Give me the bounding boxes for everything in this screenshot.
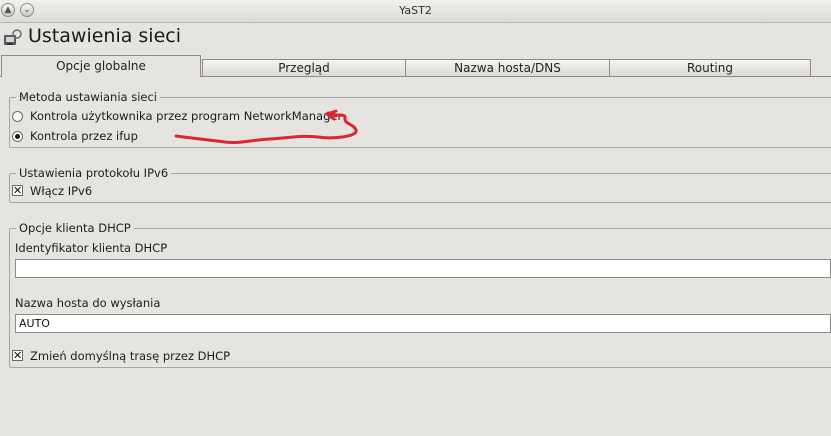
ifup-radio[interactable] [12, 131, 23, 142]
tab-bar: Opcje globalne Przegląd Nazwa hosta/DNS … [0, 55, 831, 77]
window-title: YaST2 [399, 4, 432, 17]
client-id-input[interactable] [15, 259, 831, 278]
tab-label: Routing [686, 61, 733, 75]
tab-routing[interactable]: Routing [609, 59, 811, 76]
tab-label: Opcje globalne [56, 59, 146, 73]
networkmanager-radio[interactable] [12, 111, 23, 122]
client-id-label: Identyfikator klienta DHCP [15, 241, 168, 255]
tab-overview[interactable]: Przegląd [202, 59, 406, 76]
group-legend: Ustawienia protokołu IPv6 [16, 166, 172, 180]
enable-ipv6-label[interactable]: Włącz IPv6 [30, 184, 92, 198]
default-route-label[interactable]: Zmień domyślną trasę przez DHCP [30, 349, 230, 363]
hostname-label: Nazwa hosta do wysłania [15, 296, 161, 310]
tab-hostname-dns[interactable]: Nazwa hosta/DNS [405, 59, 610, 76]
page-title: Ustawienia sieci [28, 25, 182, 47]
ipv6-group: Ustawienia protokołu IPv6 [9, 166, 831, 203]
ifup-label[interactable]: Kontrola przez ifup [30, 129, 138, 143]
default-route-checkbox[interactable]: ✕ [12, 350, 23, 361]
window-titlebar: ▲ ⌄ YaST2 [0, 0, 831, 23]
hostname-input[interactable] [15, 314, 831, 333]
network-settings-icon [4, 29, 22, 45]
group-legend: Metoda ustawiania sieci [16, 90, 160, 104]
group-legend: Opcje klienta DHCP [16, 221, 134, 235]
tab-global-options[interactable]: Opcje globalne [1, 55, 201, 77]
enable-ipv6-checkbox[interactable]: ✕ [12, 185, 23, 196]
networkmanager-label[interactable]: Kontrola użytkownika przez program Netwo… [30, 109, 342, 123]
tab-label: Nazwa hosta/DNS [454, 61, 561, 75]
tab-label: Przegląd [278, 61, 330, 75]
